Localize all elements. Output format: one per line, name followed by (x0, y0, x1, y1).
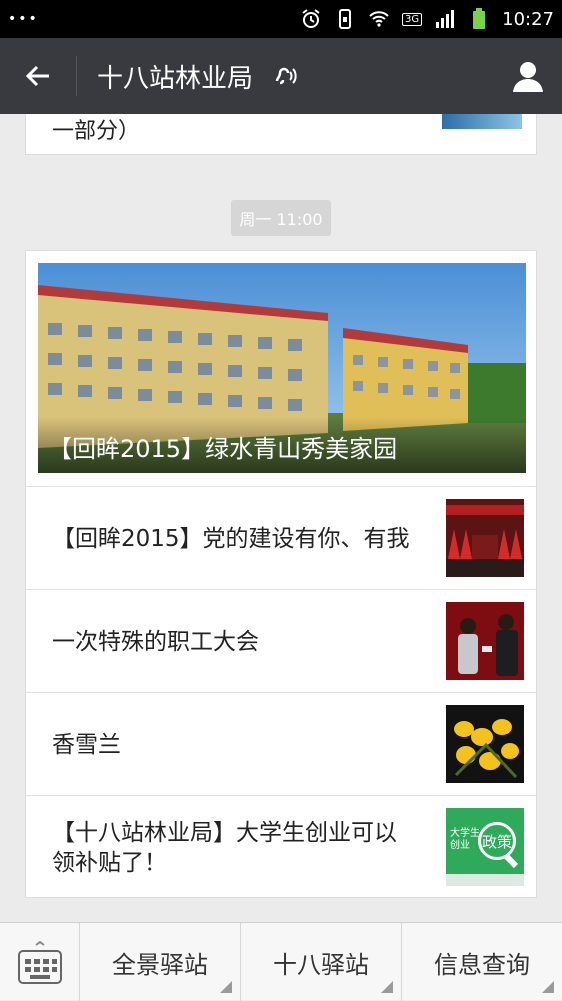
app-bar: 十八站林业局 (0, 38, 562, 114)
submenu-indicator-icon (381, 981, 393, 993)
person-icon (513, 62, 543, 92)
hero-article[interactable]: 【回眸2015】绿水青山秀美家园 (38, 263, 526, 473)
policy-big-text: 政策 (478, 822, 516, 860)
news-item-title: 一次特殊的职工大会 (52, 628, 259, 655)
network-type: 3G (402, 12, 423, 26)
menu-item-label: 全景驿站 (112, 950, 208, 979)
bottom-menu: 全景驿站 十八驿站 信息查询 (0, 922, 562, 1001)
clock: 10:27 (502, 8, 554, 30)
menu-item-label: 十八驿站 (273, 950, 369, 979)
status-bar: ••• 3G 10:27 (0, 0, 562, 38)
message-timestamp: 周一 11:00 (231, 200, 331, 236)
policy-graphic-thumbnail: 大学生 创业 政策 (446, 808, 524, 886)
menu-item-panorama[interactable]: 全景驿站 (80, 923, 241, 1001)
menu-item-info-query[interactable]: 信息查询 (402, 923, 562, 1001)
previous-news-thumbnail (442, 114, 522, 129)
vibrate-icon (334, 8, 356, 30)
wifi-icon (368, 8, 390, 30)
battery-icon (468, 8, 490, 30)
award-ceremony-thumbnail (446, 602, 524, 680)
news-item[interactable]: 一次特殊的职工大会 (26, 589, 536, 692)
hero-title: 【回眸2015】绿水青山秀美家园 (38, 417, 526, 473)
previous-news-title: 一部分） (52, 119, 141, 144)
news-item-title: 【回眸2015】党的建设有你、有我 (52, 525, 410, 552)
news-item[interactable]: 香雪兰 (26, 692, 536, 795)
news-card: 【回眸2015】绿水青山秀美家园 【回眸2015】党的建设有你、有我 一次特殊的… (25, 250, 537, 898)
page-title: 十八站林业局 (97, 63, 254, 94)
submenu-indicator-icon (220, 981, 232, 993)
back-arrow-icon (25, 65, 49, 87)
submenu-indicator-icon (542, 981, 554, 993)
alarm-icon (300, 8, 322, 30)
news-item[interactable]: 【十八站林业局】大学生创业可以领补贴了！ 大学生 创业 政策 (26, 795, 536, 898)
back-button[interactable] (0, 38, 76, 114)
keyboard-icon (17, 940, 62, 984)
magnifier-handle-icon (503, 853, 519, 869)
policy-small-text: 大学生 创业 (450, 828, 480, 851)
chat-content[interactable]: 一部分） 周一 11:00 【回眸2015】绿水青山秀美家园 【回眸2015】党… (0, 114, 562, 922)
news-item-title: 香雪兰 (52, 731, 121, 758)
news-item-title: 【十八站林业局】大学生创业可以领补贴了！ (52, 819, 397, 876)
keyboard-toggle-button[interactable] (0, 923, 80, 1001)
app-bar-divider (76, 56, 77, 96)
news-item[interactable]: 【回眸2015】党的建设有你、有我 (26, 486, 536, 589)
signal-icon (434, 8, 456, 30)
menu-item-eighteen-station[interactable]: 十八驿站 (241, 923, 402, 1001)
notification-dots: ••• (8, 11, 39, 27)
meeting-stage-thumbnail (446, 499, 524, 577)
previous-news-card[interactable]: 一部分） (25, 114, 537, 155)
earpiece-mode-icon (271, 63, 297, 89)
profile-button[interactable] (508, 56, 548, 96)
menu-item-label: 信息查询 (434, 950, 530, 979)
yellow-flowers-thumbnail (446, 705, 524, 783)
